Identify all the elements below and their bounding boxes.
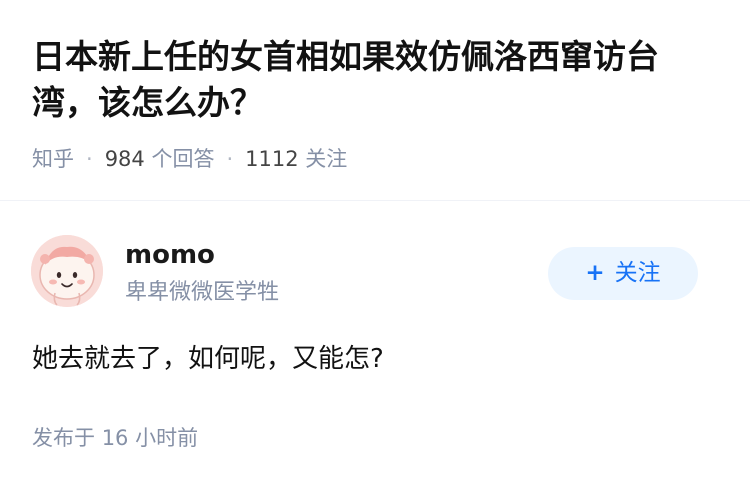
author-name[interactable]: momo <box>125 238 215 272</box>
follow-button-label: 关注 <box>614 260 661 286</box>
cartoon-avatar-icon[interactable] <box>31 235 103 307</box>
follower-count: 1112 <box>245 147 299 171</box>
publish-label: 发布于 <box>32 426 95 450</box>
follower-count-label: 关注 <box>305 147 348 171</box>
question-title[interactable]: 日本新上任的女首相如果效仿佩洛西窜访台湾，该怎么办？ <box>32 34 722 126</box>
answer-content[interactable]: 她去就去了，如何呢，又能怎? <box>32 340 384 378</box>
separator-dot: · <box>226 147 234 171</box>
answer-count-label: 个回答 <box>151 147 215 171</box>
plus-icon: + <box>585 260 605 286</box>
section-divider <box>0 200 750 201</box>
author-bio: 卑卑微微医学牲 <box>125 280 280 305</box>
question-meta: 知乎 · 984 个回答 · 1112 关注 <box>32 144 347 174</box>
publish-info: 发布于 16 小时前 <box>32 423 198 453</box>
separator-dot: · <box>86 147 93 171</box>
follow-button[interactable]: + 关注 <box>548 247 698 300</box>
source-label[interactable]: 知乎 <box>32 147 74 171</box>
publish-time: 16 小时前 <box>101 426 199 450</box>
answer-count: 984 <box>104 147 145 171</box>
question-header: 日本新上任的女首相如果效仿佩洛西窜访台湾，该怎么办？ 知乎 · 984 个回答 · 11… <box>0 0 750 200</box>
